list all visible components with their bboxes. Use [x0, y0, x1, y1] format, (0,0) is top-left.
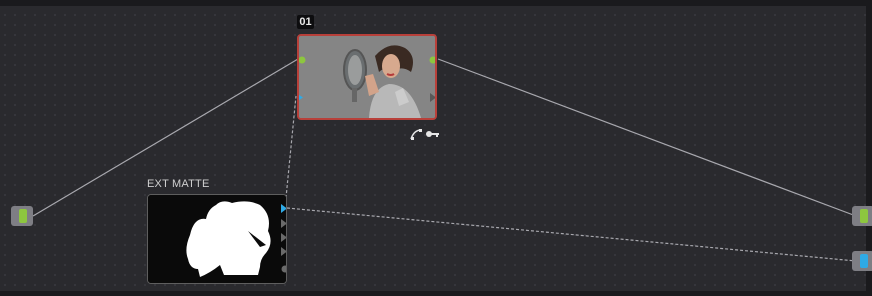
matte-thumbnail — [148, 195, 286, 283]
node-to-output-wire — [437, 58, 857, 217]
matte-output-port-4[interactable] — [281, 247, 287, 256]
matte-to-node-key-wire — [284, 95, 297, 209]
key-input-port[interactable] — [297, 93, 304, 102]
node-thumbnail — [299, 36, 435, 118]
matte-output-port-3[interactable] — [281, 233, 287, 242]
output-alpha-chip — [860, 254, 868, 268]
matte-to-alpha-output-wire — [286, 207, 857, 262]
node-number-label: 01 — [297, 15, 314, 29]
external-matte-title: EXT MATTE — [147, 178, 210, 190]
source-input[interactable] — [11, 206, 33, 226]
external-matte-node[interactable] — [147, 194, 287, 284]
rgb-output-port[interactable] — [429, 56, 437, 64]
key-output-port[interactable] — [430, 93, 436, 102]
rgb-output[interactable] — [852, 206, 872, 226]
matte-output-port-2[interactable] — [281, 219, 287, 228]
output-rgb-chip — [860, 209, 868, 223]
alpha-output[interactable] — [852, 251, 872, 271]
source-to-node-wire — [32, 58, 299, 217]
matte-output-port-1[interactable] — [281, 204, 287, 213]
curves-icon — [410, 129, 422, 140]
corrector-node-01[interactable] — [297, 34, 437, 120]
node-tool-icons — [410, 127, 440, 140]
key-icon — [426, 131, 439, 137]
node-editor-canvas[interactable]: 01 EXT MATTE — [0, 0, 872, 296]
source-rgb-chip — [19, 209, 27, 223]
rgb-input-port[interactable] — [298, 56, 306, 64]
matte-output-port-5[interactable] — [281, 265, 287, 273]
